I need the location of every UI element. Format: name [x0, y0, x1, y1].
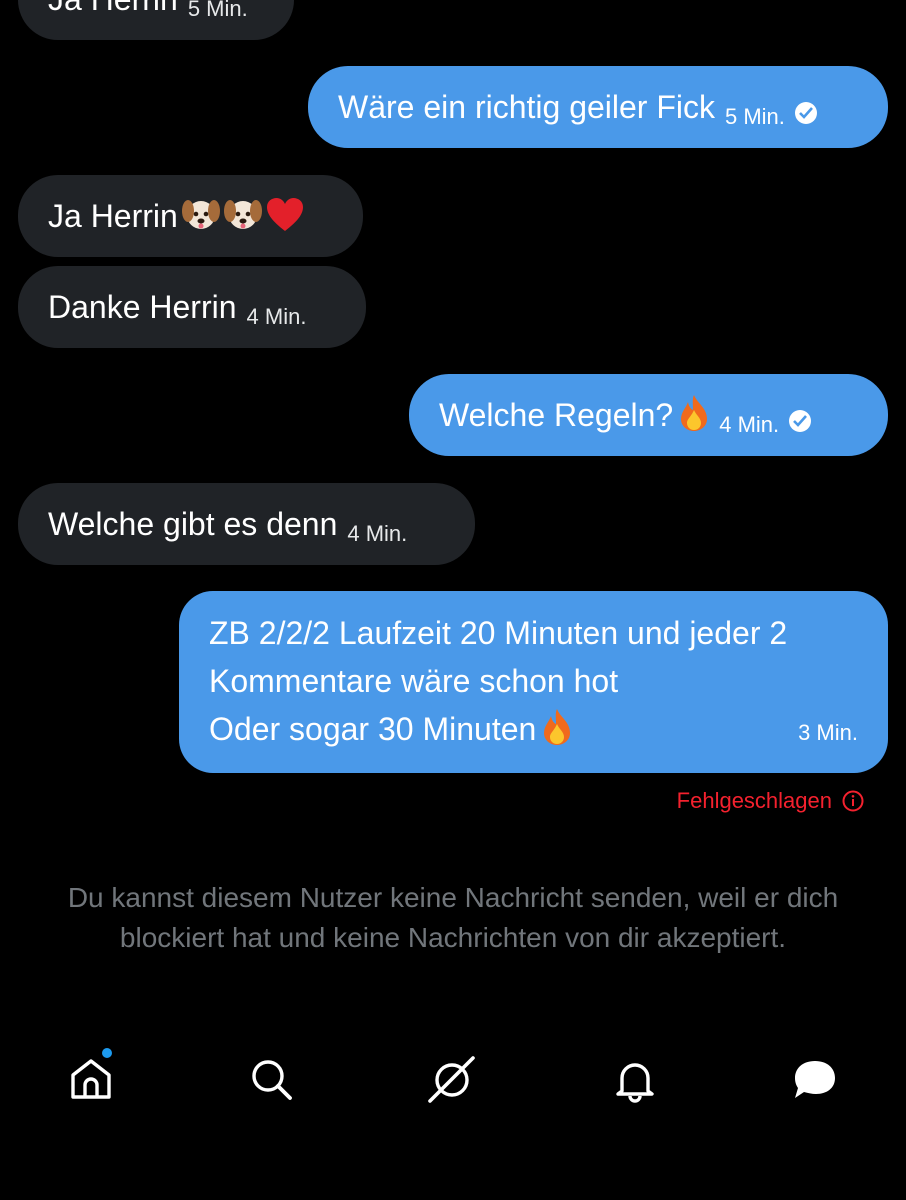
message-outgoing[interactable]: Welche Regeln? 4 Min. — [409, 374, 888, 456]
nav-notifications[interactable] — [610, 1054, 660, 1104]
blocked-notice: Du kannst diesem Nutzer keine Nachricht … — [67, 882, 839, 953]
nav-grok[interactable] — [428, 1054, 478, 1104]
seen-check-icon — [794, 102, 817, 124]
bottom-nav — [0, 1040, 906, 1120]
message-time: 4 Min. — [246, 304, 307, 329]
message-text: Ja Herrin — [48, 198, 178, 234]
message-incoming[interactable]: Danke Herrin 4 Min. — [18, 266, 366, 348]
message-time: 5 Min. — [187, 0, 248, 21]
seen-check-icon — [789, 410, 812, 432]
nav-home[interactable] — [66, 1048, 116, 1104]
info-icon — [842, 790, 864, 812]
message-incoming[interactable]: Welche gibt es denn 4 Min. — [18, 483, 475, 565]
message-time: 5 Min. — [725, 104, 785, 129]
nav-search[interactable] — [246, 1054, 296, 1104]
fire-emoji-icon — [544, 709, 571, 745]
grok-icon — [428, 1056, 475, 1103]
message-text: Welche Regeln? — [439, 397, 674, 433]
dm-conversation: Ja Herrin 5 Min. Wäre ein richtig geiler … — [0, 0, 906, 1200]
dog-face-emoji-icon — [181, 200, 220, 229]
message-time: 4 Min. — [719, 412, 780, 437]
message-text: Danke Herrin — [48, 289, 237, 325]
message-outgoing[interactable]: Wäre ein richtig geiler Fick 5 Min. — [308, 66, 888, 148]
dog-face-emoji-icon — [223, 200, 262, 229]
home-icon — [71, 1059, 111, 1099]
message-line: ZB 2/2/2 Laufzeit 20 Minuten und jeder 2 — [209, 615, 788, 651]
notifications-icon — [616, 1063, 654, 1103]
message-line: Oder sogar 30 Minuten — [209, 711, 537, 747]
send-failed-status[interactable]: Fehlgeschlagen — [677, 786, 864, 816]
red-heart-emoji-icon — [266, 198, 303, 231]
message-incoming[interactable]: Ja Herrin — [18, 175, 363, 257]
nav-messages[interactable] — [790, 1054, 840, 1104]
message-text: Welche gibt es denn — [48, 506, 338, 542]
message-time: 3 Min. — [798, 720, 858, 745]
fire-emoji-icon — [681, 395, 708, 431]
failed-label: Fehlgeschlagen — [676, 788, 832, 813]
unread-dot — [102, 1048, 112, 1058]
message-text: Wäre ein richtig geiler Fick — [338, 89, 715, 125]
message-outgoing-failed[interactable]: ZB 2/2/2 Laufzeit 20 Minuten und jeder 2… — [179, 591, 888, 773]
message-incoming[interactable]: Ja Herrin 5 Min. — [18, 0, 294, 40]
search-icon — [252, 1060, 292, 1100]
messages-icon — [795, 1061, 835, 1098]
message-text: Ja Herrin — [48, 0, 178, 17]
message-time: 4 Min. — [347, 521, 408, 546]
message-line: Kommentare wäre schon hot — [209, 663, 619, 699]
